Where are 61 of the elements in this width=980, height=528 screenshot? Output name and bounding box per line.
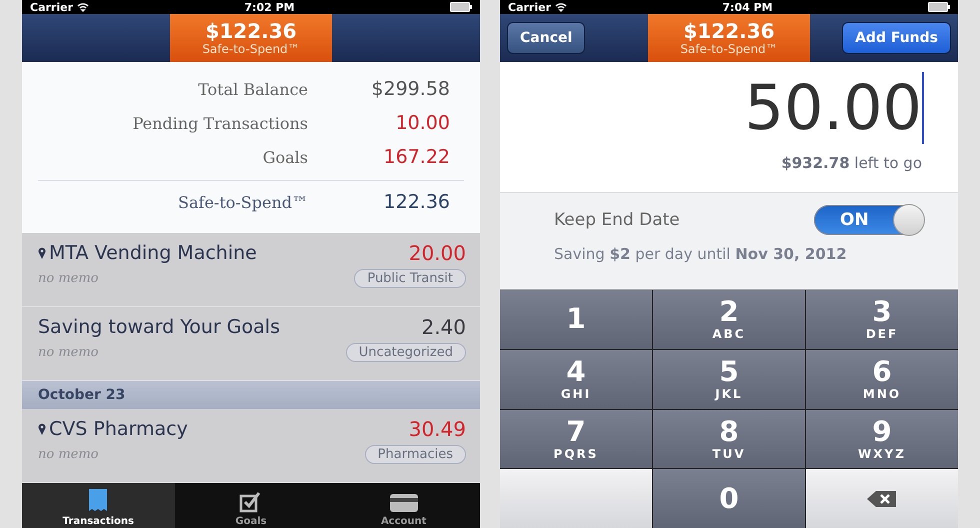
location-pin-icon (38, 423, 46, 435)
keypad-key[interactable]: 0 (653, 469, 805, 528)
date-section-header: October 23 (22, 381, 480, 409)
tab-bar-item[interactable]: Transactions (22, 483, 175, 528)
keypad-key[interactable]: 1 (500, 290, 652, 349)
transaction-name: CVS Pharmacy (49, 418, 188, 440)
safe-to-spend-label: Safe-to-Spend™ (680, 42, 778, 56)
transaction-amount: 2.40 (421, 315, 466, 339)
amount-input-field[interactable]: 50.00 (744, 72, 924, 144)
memo-text: no memo (38, 271, 99, 286)
tab-bar-item[interactable]: Account (327, 483, 480, 528)
transaction-row[interactable]: MTA Vending Machine 20.00 no memo Public Transit (22, 233, 480, 307)
battery-icon (928, 2, 950, 12)
location-pin-icon (38, 247, 46, 259)
category-tag: Public Transit (354, 269, 466, 288)
keep-end-date-switch[interactable]: ON (814, 205, 924, 235)
transaction-amount: 20.00 (408, 241, 466, 265)
keypad-key[interactable]: 6 MNO (806, 350, 958, 408)
receipt-icon (88, 488, 108, 514)
memo-text: no memo (38, 447, 99, 462)
keypad-key[interactable]: 4 GHI (500, 350, 652, 408)
safe-to-spend-amount: $122.36 (683, 20, 775, 42)
delete-key[interactable] (806, 469, 958, 528)
summary-value: 10.00 (394, 112, 451, 134)
summary-total-value: 122.36 (382, 191, 451, 213)
summary-value: $299.58 (370, 78, 451, 100)
summary-label: Pending Transactions (132, 114, 308, 132)
remaining-amount-text: $932.78 left to go (781, 154, 923, 172)
carrier-text: Carrier (508, 0, 552, 14)
summary-label: Total Balance (197, 80, 308, 98)
keep-end-date-label: Keep End Date (554, 210, 680, 230)
credit-card-icon (388, 492, 419, 514)
summary-value: 167.22 (382, 146, 451, 168)
transaction-name: Saving toward Your Goals (38, 316, 280, 338)
carrier-text: Carrier (30, 0, 74, 14)
transaction-name: MTA Vending Machine (49, 242, 257, 264)
clock-text: 7:04 PM (722, 0, 773, 14)
keypad-key[interactable]: 7 PQRS (500, 410, 652, 468)
summary-total-label: Safe-to-Spend™ (177, 192, 308, 212)
safe-to-spend-label: Safe-to-Spend™ (202, 42, 300, 56)
add-funds-button[interactable]: Add Funds (842, 22, 951, 54)
keypad-key[interactable]: 9 WXYZ (806, 410, 958, 468)
keypad-key[interactable]: 3 DEF (806, 290, 958, 349)
memo-text: no memo (38, 345, 99, 360)
category-tag: Uncategorized (346, 343, 466, 362)
keypad-key[interactable]: 5 JKL (653, 350, 805, 408)
checkbox-icon (239, 490, 263, 514)
battery-icon (450, 2, 472, 12)
transaction-amount: 30.49 (408, 417, 466, 441)
clock-text: 7:02 PM (244, 0, 295, 14)
tab-bar-item[interactable]: Goals (174, 483, 328, 528)
keypad-key[interactable]: 2 ABC (653, 290, 805, 349)
summary-label: Goals (262, 148, 308, 166)
safe-to-spend-amount: $122.36 (205, 20, 297, 42)
wifi-icon (555, 2, 568, 12)
backspace-icon (866, 488, 898, 509)
keypad-key[interactable]: 8 TUV (653, 410, 805, 468)
wifi-icon (77, 2, 90, 12)
cancel-button[interactable]: Cancel (507, 22, 586, 54)
saving-note: Saving $2 per day until Nov 30, 2012 (554, 245, 848, 263)
category-tag: Pharmacies (364, 445, 466, 464)
